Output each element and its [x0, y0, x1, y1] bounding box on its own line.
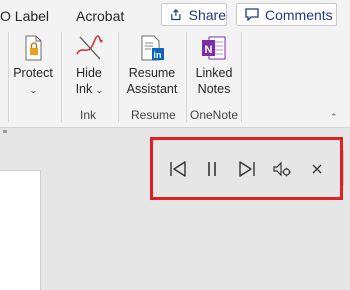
next-icon: [239, 161, 255, 177]
group-label-ink: Ink: [80, 108, 97, 122]
resume-assistant-icon: in: [141, 35, 164, 61]
tab-acrobat[interactable]: Acrobat: [76, 8, 124, 24]
collapse-ribbon-icon[interactable]: ⌃: [330, 112, 338, 123]
share-button[interactable]: Share: [161, 3, 227, 26]
ink-label: Ink: [75, 82, 93, 96]
ribbon: O Label Acrobat Share Comments Protect ⌄: [0, 0, 350, 128]
comment-icon: [245, 8, 259, 21]
hide-label: Hide: [76, 66, 102, 80]
share-icon: [171, 8, 181, 20]
close-button[interactable]: [305, 158, 329, 180]
onenote-icon: N: [202, 36, 226, 60]
protect-label: Protect: [13, 66, 53, 80]
ribbon-separator: [186, 32, 187, 122]
ribbon-separator: [241, 32, 242, 122]
chevron-down-icon: ⌄: [94, 86, 104, 95]
read-aloud-toolbar: [150, 137, 343, 200]
ribbon-separator: [8, 32, 9, 122]
previous-icon: [170, 161, 186, 177]
close-icon: [312, 164, 322, 174]
pause-button[interactable]: [200, 158, 224, 180]
linked-label: Linked: [195, 66, 233, 80]
group-label-onenote: OneNote: [190, 108, 239, 122]
ribbon-separator: [61, 32, 62, 122]
comments-button[interactable]: Comments: [236, 3, 337, 26]
settings-icon: [273, 161, 291, 177]
protect-button[interactable]: Protect ⌄: [10, 34, 56, 99]
linked-notes-button[interactable]: N Linked Notes: [193, 34, 235, 97]
settings-button[interactable]: [270, 158, 294, 180]
svg-text:N: N: [205, 44, 213, 56]
chevron-down-icon: ⌄: [28, 86, 38, 95]
pause-icon: [208, 162, 216, 176]
hide-ink-button[interactable]: Hide Ink ⌄: [68, 34, 110, 99]
comments-label: Comments: [265, 6, 333, 23]
group-label-resume: Resume: [131, 108, 176, 122]
ruler-marker: [3, 130, 7, 133]
resume-label: Resume: [128, 66, 176, 80]
ribbon-separator: [118, 32, 119, 122]
hide-ink-icon: [76, 35, 103, 60]
share-label: Share: [188, 6, 226, 23]
assistant-label: Assistant: [126, 82, 178, 96]
tab-label[interactable]: O Label: [0, 8, 49, 24]
previous-button[interactable]: [167, 158, 191, 180]
document-page[interactable]: [0, 170, 41, 290]
resume-assistant-button[interactable]: in Resume Assistant: [124, 34, 180, 97]
notes-label: Notes: [197, 82, 231, 96]
svg-text:in: in: [154, 50, 162, 60]
protect-document-icon: [25, 35, 42, 61]
next-button[interactable]: [234, 158, 258, 180]
